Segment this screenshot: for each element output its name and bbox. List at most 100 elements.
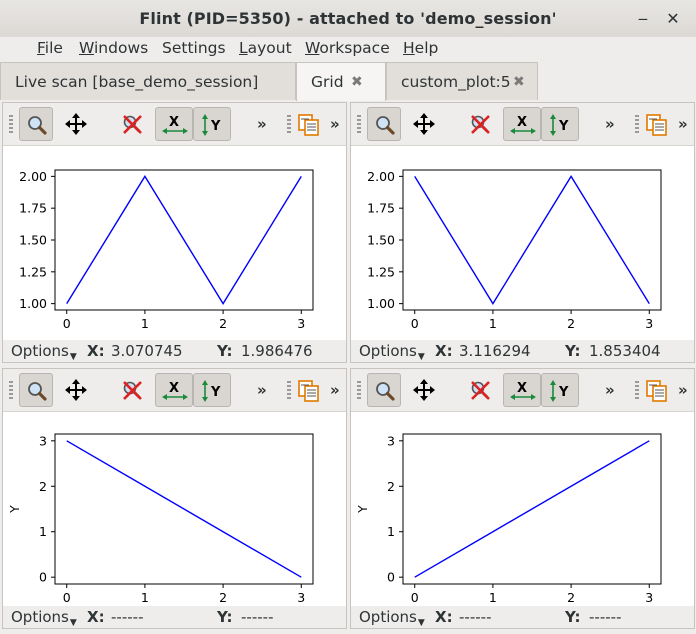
toolbar-more-button[interactable]: »	[605, 115, 615, 133]
plot-statusbar: Options▼ X: ------ Y: ------	[351, 606, 694, 628]
pan-button[interactable]	[407, 373, 441, 407]
x-tick-label: 2	[567, 590, 575, 605]
plot-area[interactable]: 01230123Y	[3, 412, 346, 606]
x-autoscale-button[interactable]: X	[503, 107, 541, 141]
plot-statusbar: Options▼ X: 3.116294 Y: 1.853404	[351, 340, 694, 362]
y-axis-title: Y	[355, 505, 370, 514]
reset-zoom-button[interactable]	[463, 107, 497, 141]
plot-area[interactable]: 01230123Y	[351, 412, 694, 606]
menu-windows[interactable]: Windows	[79, 39, 148, 57]
svg-text:X: X	[169, 115, 179, 130]
zoom-button[interactable]	[367, 107, 401, 141]
y-tick-label: 1.25	[19, 264, 47, 279]
tab-label: Grid	[311, 73, 344, 91]
copy-button[interactable]	[639, 107, 673, 141]
close-tab-icon[interactable]: ✖	[513, 63, 525, 101]
x-tick-label: 1	[489, 316, 497, 331]
pan-button[interactable]	[59, 373, 93, 407]
toolbar-grip[interactable]	[9, 115, 13, 133]
options-dropdown[interactable]: Options▼	[11, 606, 77, 634]
copy-icon	[645, 113, 669, 137]
copy-button[interactable]	[291, 373, 325, 407]
options-dropdown[interactable]: Options▼	[359, 340, 425, 368]
toolbar-more-button[interactable]: »	[678, 381, 688, 399]
options-dropdown[interactable]: Options▼	[11, 340, 77, 368]
x-label: X:	[435, 606, 453, 628]
toolbar-more-button[interactable]: »	[257, 381, 267, 399]
zoom-button[interactable]	[19, 373, 53, 407]
pan-button[interactable]	[407, 107, 441, 141]
menu-workspace[interactable]: Workspace	[305, 39, 390, 57]
zoom-button[interactable]	[367, 373, 401, 407]
copy-button[interactable]	[639, 373, 673, 407]
y-label: Y:	[217, 606, 233, 628]
svg-text:X: X	[169, 381, 179, 396]
y-autoscale-button[interactable]: Y	[541, 107, 579, 141]
toolbar-more-button[interactable]: »	[257, 115, 267, 133]
tab-label: custom_plot:5	[401, 73, 511, 91]
svg-text:Y: Y	[558, 385, 569, 400]
toolbar-more-button[interactable]: »	[330, 115, 340, 133]
menubar: File Windows Settings Layout Workspace H…	[0, 37, 696, 61]
zoom-icon	[26, 114, 48, 136]
dropdown-arrow-icon: ▼	[418, 352, 425, 362]
plot-statusbar: Options▼ X: ------ Y: ------	[3, 606, 346, 628]
pan-icon	[65, 379, 87, 401]
copy-icon	[297, 113, 321, 137]
reset-zoom-button[interactable]	[115, 107, 149, 141]
y-autoscale-button[interactable]: Y	[541, 373, 579, 407]
plot-area[interactable]: 01231.001.251.501.752.00	[3, 146, 346, 340]
plot-area[interactable]: 01231.001.251.501.752.00	[351, 146, 694, 340]
tab-custom-plot[interactable]: custom_plot:5 ✖	[386, 62, 538, 100]
plot-panel: X Y » » 0123012	[350, 368, 695, 629]
y-axis-autoscale-icon: Y	[200, 380, 226, 402]
menu-layout[interactable]: Layout	[239, 39, 292, 57]
y-tick-label: 2.00	[367, 169, 395, 184]
menu-help[interactable]: Help	[403, 39, 438, 57]
toolbar-grip[interactable]	[357, 115, 361, 133]
close-tab-icon[interactable]: ✖	[351, 63, 363, 101]
y-autoscale-button[interactable]: Y	[193, 107, 231, 141]
window-titlebar[interactable]: Flint (PID=5350) - attached to 'demo_ses…	[0, 0, 696, 38]
y-tick-label: 1.25	[367, 264, 395, 279]
y-label: Y:	[217, 340, 233, 362]
y-tick-label: 2	[387, 479, 395, 494]
y-tick-label: 2	[39, 479, 47, 494]
close-window-button[interactable]: ✕	[662, 8, 684, 30]
tab-grid[interactable]: Grid ✖	[296, 62, 386, 101]
y-tick-label: 1.50	[367, 233, 395, 248]
x-tick-label: 0	[411, 316, 419, 331]
x-autoscale-button[interactable]: X	[503, 373, 541, 407]
reset-zoom-icon	[121, 379, 143, 401]
menu-file[interactable]: File	[37, 39, 63, 57]
y-tick-label: 1.50	[19, 233, 47, 248]
y-autoscale-button[interactable]: Y	[193, 373, 231, 407]
y-tick-label: 1.75	[367, 201, 395, 216]
pan-icon	[413, 379, 435, 401]
reset-zoom-button[interactable]	[463, 373, 497, 407]
toolbar-more-button[interactable]: »	[678, 115, 688, 133]
x-axis-autoscale-icon: X	[510, 114, 536, 136]
options-dropdown[interactable]: Options▼	[359, 606, 425, 634]
x-autoscale-button[interactable]: X	[155, 107, 193, 141]
window-title: Flint (PID=5350) - attached to 'demo_ses…	[0, 9, 696, 28]
x-autoscale-button[interactable]: X	[155, 373, 193, 407]
toolbar-grip[interactable]	[357, 381, 361, 399]
toolbar-grip[interactable]	[9, 381, 13, 399]
zoom-button[interactable]	[19, 107, 53, 141]
y-label: Y:	[565, 340, 581, 362]
toolbar-more-button[interactable]: »	[330, 381, 340, 399]
minimize-button[interactable]: ‒	[632, 8, 654, 30]
zoom-icon	[374, 114, 396, 136]
x-tick-label: 3	[297, 316, 305, 331]
copy-button[interactable]	[291, 107, 325, 141]
toolbar-more-button[interactable]: »	[605, 381, 615, 399]
plot-toolbar: X Y » »	[351, 369, 694, 412]
tab-live-scan[interactable]: Live scan [base_demo_session]	[0, 62, 296, 100]
reset-zoom-icon	[469, 379, 491, 401]
line-chart: 01231.001.251.501.752.00	[351, 146, 694, 340]
menu-settings[interactable]: Settings	[162, 39, 226, 57]
pan-button[interactable]	[59, 107, 93, 141]
reset-zoom-button[interactable]	[115, 373, 149, 407]
x-axis-autoscale-icon: X	[162, 380, 188, 402]
